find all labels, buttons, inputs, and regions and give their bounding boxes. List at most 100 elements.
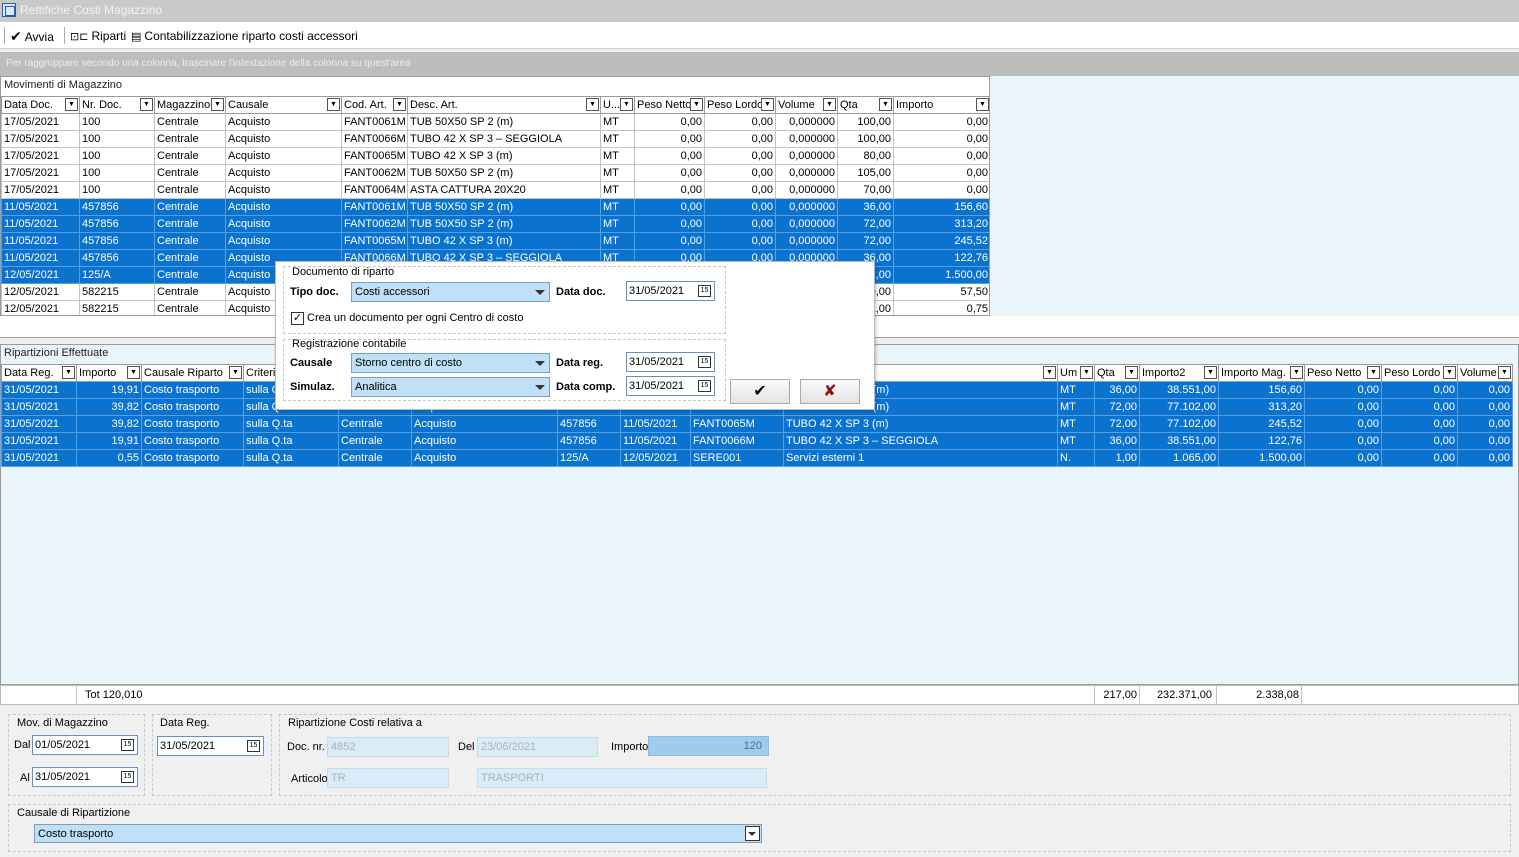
- table-cell: Centrale: [154, 249, 226, 267]
- table-cell: 125/A: [557, 449, 621, 467]
- column-header[interactable]: Um ▼: [1057, 364, 1095, 382]
- simulaz-select[interactable]: Analitica: [351, 377, 550, 397]
- table-cell: 0,00: [634, 113, 705, 131]
- column-header[interactable]: Peso Netto ▼: [634, 96, 705, 114]
- data-doc-input[interactable]: 31/05/2021 15: [626, 281, 715, 301]
- cancel-button[interactable]: ✘: [800, 379, 860, 404]
- riparti-button[interactable]: ⊡⊏ Riparti: [70, 26, 126, 46]
- column-header[interactable]: Qta ▼: [837, 96, 894, 114]
- crea-documento-checkbox[interactable]: ✓: [291, 312, 304, 325]
- column-header[interactable]: Peso Netto ▼: [1304, 364, 1382, 382]
- table-row[interactable]: 11/05/2021 457856 Centrale Acquisto FANT0061…: [1, 198, 989, 216]
- calendar-icon[interactable]: 15: [698, 285, 711, 297]
- column-header[interactable]: Causale ▼: [225, 96, 342, 114]
- filter-dropdown-icon[interactable]: ▼: [879, 98, 892, 111]
- filter-dropdown-icon[interactable]: ▼: [690, 98, 703, 111]
- filter-dropdown-icon[interactable]: ▼: [393, 98, 406, 111]
- confirm-button[interactable]: ✔: [730, 379, 790, 404]
- column-header[interactable]: Data Doc. ▼: [1, 96, 80, 114]
- table-cell: sulla Q.ta: [243, 449, 339, 467]
- column-header[interactable]: Volume ▼: [1457, 364, 1513, 382]
- filter-dropdown-icon[interactable]: ▼: [1498, 366, 1511, 379]
- data-reg-input[interactable]: 31/05/2021 15: [157, 736, 264, 756]
- filter-dropdown-icon[interactable]: ▼: [586, 98, 599, 111]
- table-row[interactable]: 17/05/2021 100 Centrale Acquisto FANT0061M TU…: [1, 113, 989, 131]
- column-header[interactable]: Importo ▼: [76, 364, 142, 382]
- filter-dropdown-icon[interactable]: ▼: [823, 98, 836, 111]
- column-header-label: Um: [1060, 366, 1078, 379]
- table-cell: 0,00: [1381, 381, 1458, 399]
- filter-dropdown-icon[interactable]: ▼: [65, 98, 78, 111]
- column-header[interactable]: Peso Lordo ▼: [1381, 364, 1458, 382]
- filter-dropdown-icon[interactable]: ▼: [1043, 366, 1056, 379]
- riparti-label: Riparti: [91, 29, 127, 43]
- calendar-icon[interactable]: 15: [121, 739, 134, 751]
- ripartizione-costi-title: Ripartizione Costi relativa a: [288, 717, 422, 729]
- table-row[interactable]: 17/05/2021 100 Centrale Acquisto FANT0064M AS…: [1, 181, 989, 199]
- calendar-icon[interactable]: 15: [247, 740, 260, 752]
- calendar-icon[interactable]: 15: [698, 356, 711, 368]
- group-by-area[interactable]: Per raggruppare secondo una colonna, tra…: [0, 52, 1519, 76]
- simulaz-value: Analitica: [355, 381, 397, 393]
- table-row[interactable]: 31/05/2021 0,55 Costo trasporto sulla Q.ta C…: [1, 449, 1513, 467]
- filter-dropdown-icon[interactable]: ▼: [211, 98, 224, 111]
- column-header[interactable]: U... ▼: [600, 96, 635, 114]
- column-header[interactable]: Nr. Doc. ▼: [79, 96, 155, 114]
- filter-dropdown-icon[interactable]: ▼: [62, 366, 75, 379]
- table-row[interactable]: 17/05/2021 100 Centrale Acquisto FANT0066M TU…: [1, 130, 989, 148]
- calendar-icon[interactable]: 15: [698, 380, 711, 392]
- column-header[interactable]: Importo Mag. ▼: [1218, 364, 1305, 382]
- filter-dropdown-icon[interactable]: ▼: [976, 98, 989, 111]
- dal-date-input[interactable]: 01/05/2021 15: [32, 735, 138, 755]
- column-header[interactable]: Importo2 ▼: [1139, 364, 1219, 382]
- filter-dropdown-icon[interactable]: ▼: [140, 98, 153, 111]
- table-cell: Costo trasporto: [141, 449, 244, 467]
- filter-dropdown-icon[interactable]: ▼: [1204, 366, 1217, 379]
- column-header[interactable]: Importo ▼: [893, 96, 989, 114]
- filter-dropdown-icon[interactable]: ▼: [1290, 366, 1303, 379]
- table-cell: 70,00: [837, 181, 894, 199]
- column-header[interactable]: Causale Riparto ▼: [141, 364, 244, 382]
- filter-dropdown-icon[interactable]: ▼: [620, 98, 633, 111]
- filter-dropdown-icon[interactable]: ▼: [127, 366, 140, 379]
- dropdown-button[interactable]: [745, 826, 760, 841]
- documento-riparto-title: Documento di riparto: [292, 266, 395, 278]
- table-cell: 57,50: [893, 283, 989, 301]
- table-row[interactable]: 17/05/2021 100 Centrale Acquisto FANT0062M TU…: [1, 164, 989, 182]
- filter-dropdown-icon[interactable]: ▼: [327, 98, 340, 111]
- table-cell: Centrale: [154, 232, 226, 250]
- filter-dropdown-icon[interactable]: ▼: [1367, 366, 1380, 379]
- data-comp-input[interactable]: 31/05/2021 15: [626, 376, 715, 396]
- calendar-icon[interactable]: 15: [121, 771, 134, 783]
- filter-dropdown-icon[interactable]: ▼: [1080, 366, 1093, 379]
- chevron-down-icon: [748, 832, 756, 836]
- table-row[interactable]: 31/05/2021 39,82 Costo trasporto sulla Q.ta…: [1, 415, 1513, 433]
- table-row[interactable]: 11/05/2021 457856 Centrale Acquisto FANT0062…: [1, 215, 989, 233]
- column-header[interactable]: Magazzino▼: [154, 96, 226, 114]
- causale-ripartizione-select[interactable]: Costo trasporto: [34, 824, 762, 843]
- causale-select[interactable]: Storno centro di costo: [351, 353, 550, 373]
- contabilizzazione-button[interactable]: ▤ Contabilizzazione riparto costi accesso…: [131, 26, 358, 46]
- column-header[interactable]: Cod. Art. ▼: [341, 96, 408, 114]
- table-row[interactable]: 31/05/2021 19,91 Costo trasporto sulla Q.ta…: [1, 432, 1513, 450]
- table-cell: 0,000000: [775, 215, 838, 233]
- filter-dropdown-icon[interactable]: ▼: [229, 366, 242, 379]
- table-row[interactable]: 11/05/2021 457856 Centrale Acquisto FANT0065…: [1, 232, 989, 250]
- avvia-button[interactable]: ✔ Avvia: [10, 26, 54, 46]
- column-header[interactable]: Volume ▼: [775, 96, 838, 114]
- tipo-doc-select[interactable]: Costi accessori: [351, 282, 550, 302]
- table-row[interactable]: 17/05/2021 100 Centrale Acquisto FANT0065M TU…: [1, 147, 989, 165]
- filter-dropdown-icon[interactable]: ▼: [761, 98, 774, 111]
- al-date-input[interactable]: 31/05/2021 15: [32, 767, 138, 787]
- table-cell: 457856: [79, 215, 155, 233]
- table-cell: 0,00: [1304, 432, 1382, 450]
- filter-dropdown-icon[interactable]: ▼: [1125, 366, 1138, 379]
- column-header[interactable]: Qta ▼: [1094, 364, 1140, 382]
- column-header[interactable]: Data Reg. ▼: [1, 364, 77, 382]
- table-cell: 0,00: [1381, 398, 1458, 416]
- column-header[interactable]: Peso Lordo ▼: [704, 96, 776, 114]
- window-title: Rettifiche Costi Magazzino: [20, 3, 163, 17]
- column-header[interactable]: Desc. Art. ▼: [407, 96, 601, 114]
- filter-dropdown-icon[interactable]: ▼: [1443, 366, 1456, 379]
- data-reg-dialog-input[interactable]: 31/05/2021 15: [626, 352, 715, 372]
